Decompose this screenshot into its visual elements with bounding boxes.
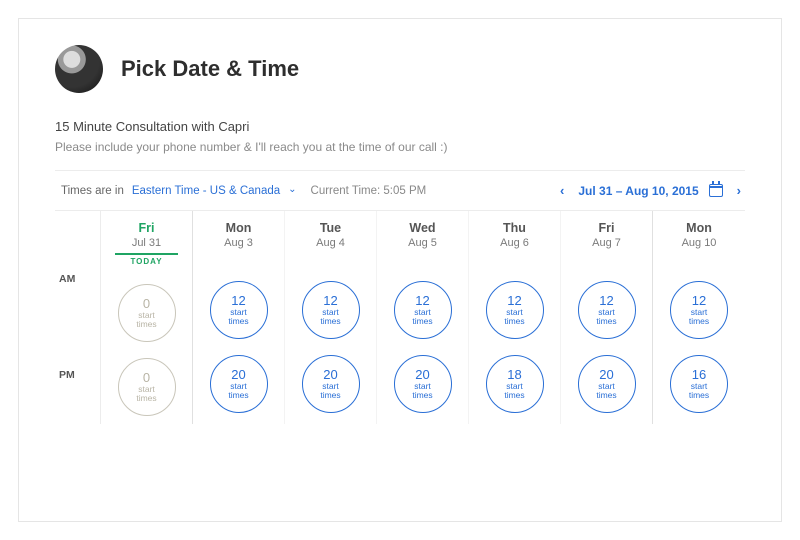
day-of-week: Thu — [469, 221, 560, 235]
slot-sub2: times — [412, 317, 432, 326]
slot-sub2: times — [504, 391, 524, 400]
day-header: Tue Aug 4 — [285, 211, 376, 271]
slot-count: 12 — [323, 294, 337, 308]
timezone-link[interactable]: Eastern Time - US & Canada — [132, 185, 280, 197]
day-column: Tue Aug 4 12starttimes 20starttimes — [285, 211, 377, 424]
day-column: Mon Aug 10 12starttimes 16starttimes — [653, 211, 745, 424]
day-header: Fri Aug 7 — [561, 211, 652, 271]
day-of-week: Wed — [377, 221, 468, 235]
current-time: Current Time: 5:05 PM — [311, 185, 427, 197]
slot-sub2: times — [320, 317, 340, 326]
day-header: Mon Aug 3 — [193, 211, 284, 271]
am-slot[interactable]: 12starttimes — [302, 281, 360, 339]
slot-count: 20 — [415, 368, 429, 382]
pm-slot[interactable]: 16starttimes — [670, 355, 728, 413]
day-of-week: Mon — [653, 221, 745, 235]
period-gutter: AM PM — [55, 211, 101, 424]
slot-sub2: times — [412, 391, 432, 400]
slot-count: 12 — [231, 294, 245, 308]
am-label: AM — [59, 273, 75, 285]
availability-grid: AM PM Fri Jul 31 TODAY 0starttimes 0starttim… — [55, 210, 745, 424]
slot-sub2: times — [136, 320, 156, 329]
header: Pick Date & Time — [55, 45, 745, 93]
meeting-subtitle: 15 Minute Consultation with Capri — [55, 119, 745, 134]
day-of-week: Fri — [561, 221, 652, 235]
pm-label: PM — [59, 369, 75, 381]
day-of-week: Fri — [101, 221, 192, 235]
scheduler-card: Pick Date & Time 15 Minute Consultation … — [18, 18, 782, 522]
timezone-prefix: Times are in — [61, 185, 124, 197]
slot-count: 20 — [231, 368, 245, 382]
am-slot[interactable]: 12starttimes — [486, 281, 544, 339]
page-title: Pick Date & Time — [121, 56, 299, 82]
calendar-icon[interactable] — [709, 184, 723, 197]
day-header: Mon Aug 10 — [653, 211, 745, 271]
day-date: Aug 5 — [377, 237, 468, 249]
pm-slot[interactable]: 20starttimes — [302, 355, 360, 413]
slot-sub2: times — [320, 391, 340, 400]
day-header: Thu Aug 6 — [469, 211, 560, 271]
slot-sub2: times — [504, 317, 524, 326]
day-date: Aug 10 — [653, 237, 745, 249]
am-slot[interactable]: 12starttimes — [670, 281, 728, 339]
toolbar: Times are in Eastern Time - US & Canada … — [55, 171, 745, 210]
slot-count: 20 — [599, 368, 613, 382]
slot-count: 12 — [415, 294, 429, 308]
chevron-down-icon[interactable]: ⌄ — [288, 184, 296, 195]
pm-slot[interactable]: 20starttimes — [210, 355, 268, 413]
day-date: Aug 6 — [469, 237, 560, 249]
day-date: Jul 31 — [101, 237, 192, 249]
pm-slot[interactable]: 20starttimes — [578, 355, 636, 413]
slot-sub2: times — [228, 317, 248, 326]
day-date: Aug 4 — [285, 237, 376, 249]
next-range-button[interactable]: › — [733, 181, 745, 200]
day-column: Mon Aug 3 12starttimes 20starttimes — [193, 211, 285, 424]
day-date: Aug 7 — [561, 237, 652, 249]
slot-count: 12 — [692, 294, 706, 308]
prev-range-button[interactable]: ‹ — [556, 181, 568, 200]
am-slot[interactable]: 12starttimes — [578, 281, 636, 339]
slot-sub2: times — [596, 391, 616, 400]
slot-sub2: times — [689, 317, 709, 326]
slot-sub2: times — [136, 394, 156, 403]
meeting-description: Please include your phone number & I'll … — [55, 140, 745, 154]
day-header: Wed Aug 5 — [377, 211, 468, 271]
date-range-nav: ‹ Jul 31 – Aug 10, 2015 › — [556, 181, 745, 200]
pm-slot[interactable]: 20starttimes — [394, 355, 452, 413]
pm-slot: 0starttimes — [118, 358, 176, 416]
pm-slot[interactable]: 18starttimes — [486, 355, 544, 413]
am-slot[interactable]: 12starttimes — [394, 281, 452, 339]
am-slot: 0starttimes — [118, 284, 176, 342]
slot-count: 12 — [599, 294, 613, 308]
day-column: Fri Jul 31 TODAY 0starttimes 0starttimes — [101, 211, 193, 424]
slot-count: 16 — [692, 368, 706, 382]
slot-count: 18 — [507, 368, 521, 382]
date-range-text: Jul 31 – Aug 10, 2015 — [578, 184, 698, 198]
today-label: TODAY — [101, 257, 192, 266]
today-indicator — [115, 253, 179, 255]
day-column: Fri Aug 7 12starttimes 20starttimes — [561, 211, 653, 424]
day-header: Fri Jul 31 TODAY — [101, 211, 192, 274]
timezone-group: Times are in Eastern Time - US & Canada … — [61, 185, 426, 197]
slot-sub2: times — [228, 391, 248, 400]
slot-count: 0 — [143, 371, 150, 385]
am-slot[interactable]: 12starttimes — [210, 281, 268, 339]
day-of-week: Tue — [285, 221, 376, 235]
host-avatar — [55, 45, 103, 93]
slot-sub2: times — [689, 391, 709, 400]
slot-count: 0 — [143, 297, 150, 311]
day-date: Aug 3 — [193, 237, 284, 249]
day-column: Thu Aug 6 12starttimes 18starttimes — [469, 211, 561, 424]
day-column: Wed Aug 5 12starttimes 20starttimes — [377, 211, 469, 424]
day-of-week: Mon — [193, 221, 284, 235]
slot-sub2: times — [596, 317, 616, 326]
slot-count: 12 — [507, 294, 521, 308]
slot-count: 20 — [323, 368, 337, 382]
